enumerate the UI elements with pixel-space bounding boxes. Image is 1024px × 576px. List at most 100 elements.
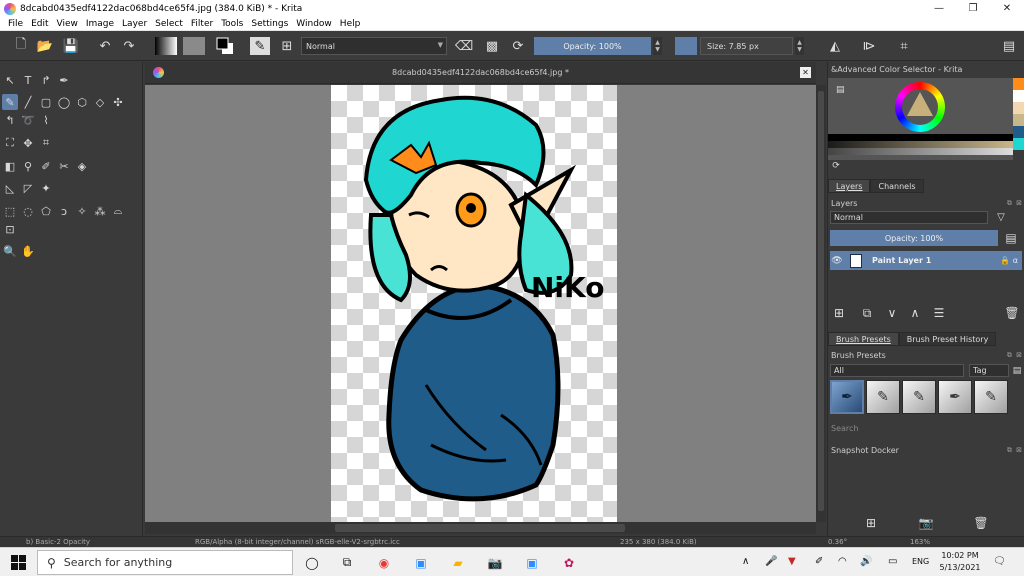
swatch-orange[interactable] xyxy=(1013,78,1024,90)
swatch-blue[interactable] xyxy=(1013,126,1024,138)
size-spin[interactable]: ▲ ▼ xyxy=(795,37,804,55)
task-view-icon[interactable]: ⧉ xyxy=(338,554,356,571)
maximize-button[interactable]: ❐ xyxy=(956,0,990,17)
menu-select[interactable]: Select xyxy=(151,19,187,29)
pen-input-icon[interactable]: ✐ xyxy=(815,556,823,567)
system-clock[interactable]: 10:02 PM 5/13/2021 xyxy=(935,550,985,574)
edit-shapes-icon[interactable]: ↱ xyxy=(38,72,54,88)
reload-preset-icon[interactable]: ⟳ xyxy=(509,37,527,55)
opacity-spin[interactable]: ▲ ▼ xyxy=(653,37,662,55)
layer-properties-icon[interactable]: ☰ xyxy=(932,306,946,320)
line-tool-icon[interactable]: ╱ xyxy=(20,94,36,110)
brush-settings-icon[interactable]: ⊞ xyxy=(278,37,296,55)
mirror-vertical-icon[interactable]: ⧐ xyxy=(860,37,878,55)
gradient-tool-icon[interactable]: ◧ xyxy=(2,158,18,174)
docker-controls-icon[interactable]: ⧉ ⊠ xyxy=(1007,199,1023,208)
pan-tool-icon[interactable]: ✋ xyxy=(20,243,36,259)
wrap-around-icon[interactable]: ⌗ xyxy=(895,37,913,55)
move-layer-down-icon[interactable]: ∨ xyxy=(885,306,899,320)
polygon-tool-icon[interactable]: ⬡ xyxy=(74,94,90,110)
color-settings-icon[interactable]: ▤ xyxy=(836,85,845,95)
rectangle-tool-icon[interactable]: ▢ xyxy=(38,94,54,110)
camera-app-icon[interactable]: 📷 xyxy=(486,554,504,571)
menu-filter[interactable]: Filter xyxy=(187,19,217,29)
measure-tool-icon[interactable]: ◺ xyxy=(2,180,18,196)
select-shapes-icon[interactable]: ↖ xyxy=(2,72,18,88)
visibility-eye-icon[interactable]: 👁 xyxy=(830,256,844,266)
add-snapshot-icon[interactable]: ⊞ xyxy=(864,516,878,530)
eraser-icon[interactable]: ⌫ xyxy=(455,37,473,55)
menu-settings[interactable]: Settings xyxy=(247,19,292,29)
brush-search-input[interactable]: Search xyxy=(831,424,858,433)
gradient-swatch[interactable] xyxy=(155,37,177,55)
polyline-tool-icon[interactable]: ◇ xyxy=(92,94,108,110)
menu-layer[interactable]: Layer xyxy=(118,19,151,29)
artboard[interactable]: NiKo xyxy=(331,85,617,522)
shade-bar-tone[interactable] xyxy=(828,141,1013,148)
volume-icon[interactable]: 🔊 xyxy=(860,556,872,567)
transform-tool-icon[interactable]: ⛶ xyxy=(2,135,18,151)
minimize-button[interactable]: — xyxy=(922,0,956,17)
shade-bar-black[interactable] xyxy=(828,134,1013,141)
save-icon[interactable]: 💾 xyxy=(62,37,80,55)
krita-taskbar-icon[interactable]: ✿ xyxy=(560,554,578,571)
chrome-icon[interactable]: ◉ xyxy=(375,554,393,571)
text-tool-icon[interactable]: T xyxy=(20,72,36,88)
menu-image[interactable]: Image xyxy=(82,19,118,29)
windows-start-icon[interactable] xyxy=(11,555,26,570)
preserve-alpha-icon[interactable]: ▩ xyxy=(483,37,501,55)
brush-preset-ink[interactable]: ✒ xyxy=(830,380,864,414)
menu-edit[interactable]: Edit xyxy=(27,19,52,29)
menu-help[interactable]: Help xyxy=(336,19,365,29)
tab-channels[interactable]: Channels xyxy=(870,179,924,193)
open-document-icon[interactable]: 📂 xyxy=(36,37,54,55)
color-picker-icon[interactable]: ⚲ xyxy=(20,158,36,174)
layer-opacity-slider[interactable]: Opacity: 100% xyxy=(830,230,998,246)
menu-view[interactable]: View xyxy=(53,19,82,29)
dynamic-brush-icon[interactable]: ⌇ xyxy=(38,112,54,128)
brush-docker-controls-icon[interactable]: ⧉ ⊠ xyxy=(1007,351,1023,360)
shade-bar-gray[interactable] xyxy=(828,148,1013,155)
size-slider[interactable]: Size: 7.85 px xyxy=(700,37,793,55)
crop-tool-icon[interactable]: ⌗ xyxy=(38,135,54,151)
tag-button[interactable]: Tag xyxy=(969,364,1009,377)
taskbar-search-box[interactable]: ⚲ Search for anything xyxy=(37,550,293,575)
swatch-cyan[interactable] xyxy=(1013,138,1024,150)
layer-blend-select[interactable]: Normal xyxy=(830,211,988,224)
add-layer-icon[interactable]: ⊞ xyxy=(832,306,846,320)
layer-options-icon[interactable]: ▤ xyxy=(1004,231,1018,245)
wifi-icon[interactable]: ◠ xyxy=(838,556,847,567)
brush-preset-marker[interactable]: ✒ xyxy=(938,380,972,414)
brush-preset-airbrush[interactable]: ✎ xyxy=(866,380,900,414)
pin-tool-icon[interactable]: ✦ xyxy=(38,180,54,196)
similar-select-icon[interactable]: ⁂ xyxy=(92,203,108,219)
smart-patch-icon[interactable]: ✐ xyxy=(38,158,54,174)
multibrush-icon[interactable]: ✣ xyxy=(110,94,126,110)
swatch-skin[interactable] xyxy=(1013,102,1024,114)
snapshot-docker-controls-icon[interactable]: ⧉ ⊠ xyxy=(1007,446,1023,455)
bezier-tool-icon[interactable]: ↰ xyxy=(2,112,18,128)
undo-icon[interactable]: ↶ xyxy=(96,37,114,55)
duplicate-layer-icon[interactable]: ⧉ xyxy=(860,306,874,320)
preset-view-icon[interactable]: ▤ xyxy=(1010,364,1024,378)
vertical-scrollbar[interactable] xyxy=(816,85,826,522)
brush-preset-icon[interactable]: ✎ xyxy=(250,37,270,55)
vertical-scroll-thumb[interactable] xyxy=(818,91,824,511)
move-tool-icon[interactable]: ✥ xyxy=(20,135,36,151)
language-indicator[interactable]: ENG xyxy=(912,557,929,566)
filter-icon[interactable]: ▽ xyxy=(994,210,1008,224)
fill-tool-icon[interactable]: ◈ xyxy=(74,158,90,174)
freehand-brush-icon[interactable]: ✎ xyxy=(2,94,18,110)
new-document-icon[interactable]: 🗋 xyxy=(12,37,30,55)
antivirus-icon[interactable]: ▼ xyxy=(788,556,796,567)
delete-layer-icon[interactable]: 🗑 xyxy=(1004,306,1019,320)
layer-lock-icon[interactable]: 🔒 α xyxy=(1000,256,1018,265)
tab-brush-preset-history[interactable]: Brush Preset History xyxy=(898,332,997,346)
file-explorer-icon[interactable]: ▰ xyxy=(449,554,467,571)
menu-file[interactable]: File xyxy=(4,19,27,29)
reference-tool-icon[interactable]: ◸ xyxy=(20,180,36,196)
redo-icon[interactable]: ↷ xyxy=(120,37,138,55)
assistant-tool-icon[interactable]: ✂ xyxy=(56,158,72,174)
zoom-meeting-icon[interactable]: ▣ xyxy=(523,554,541,571)
microphone-icon[interactable]: 🎤 xyxy=(765,556,777,567)
